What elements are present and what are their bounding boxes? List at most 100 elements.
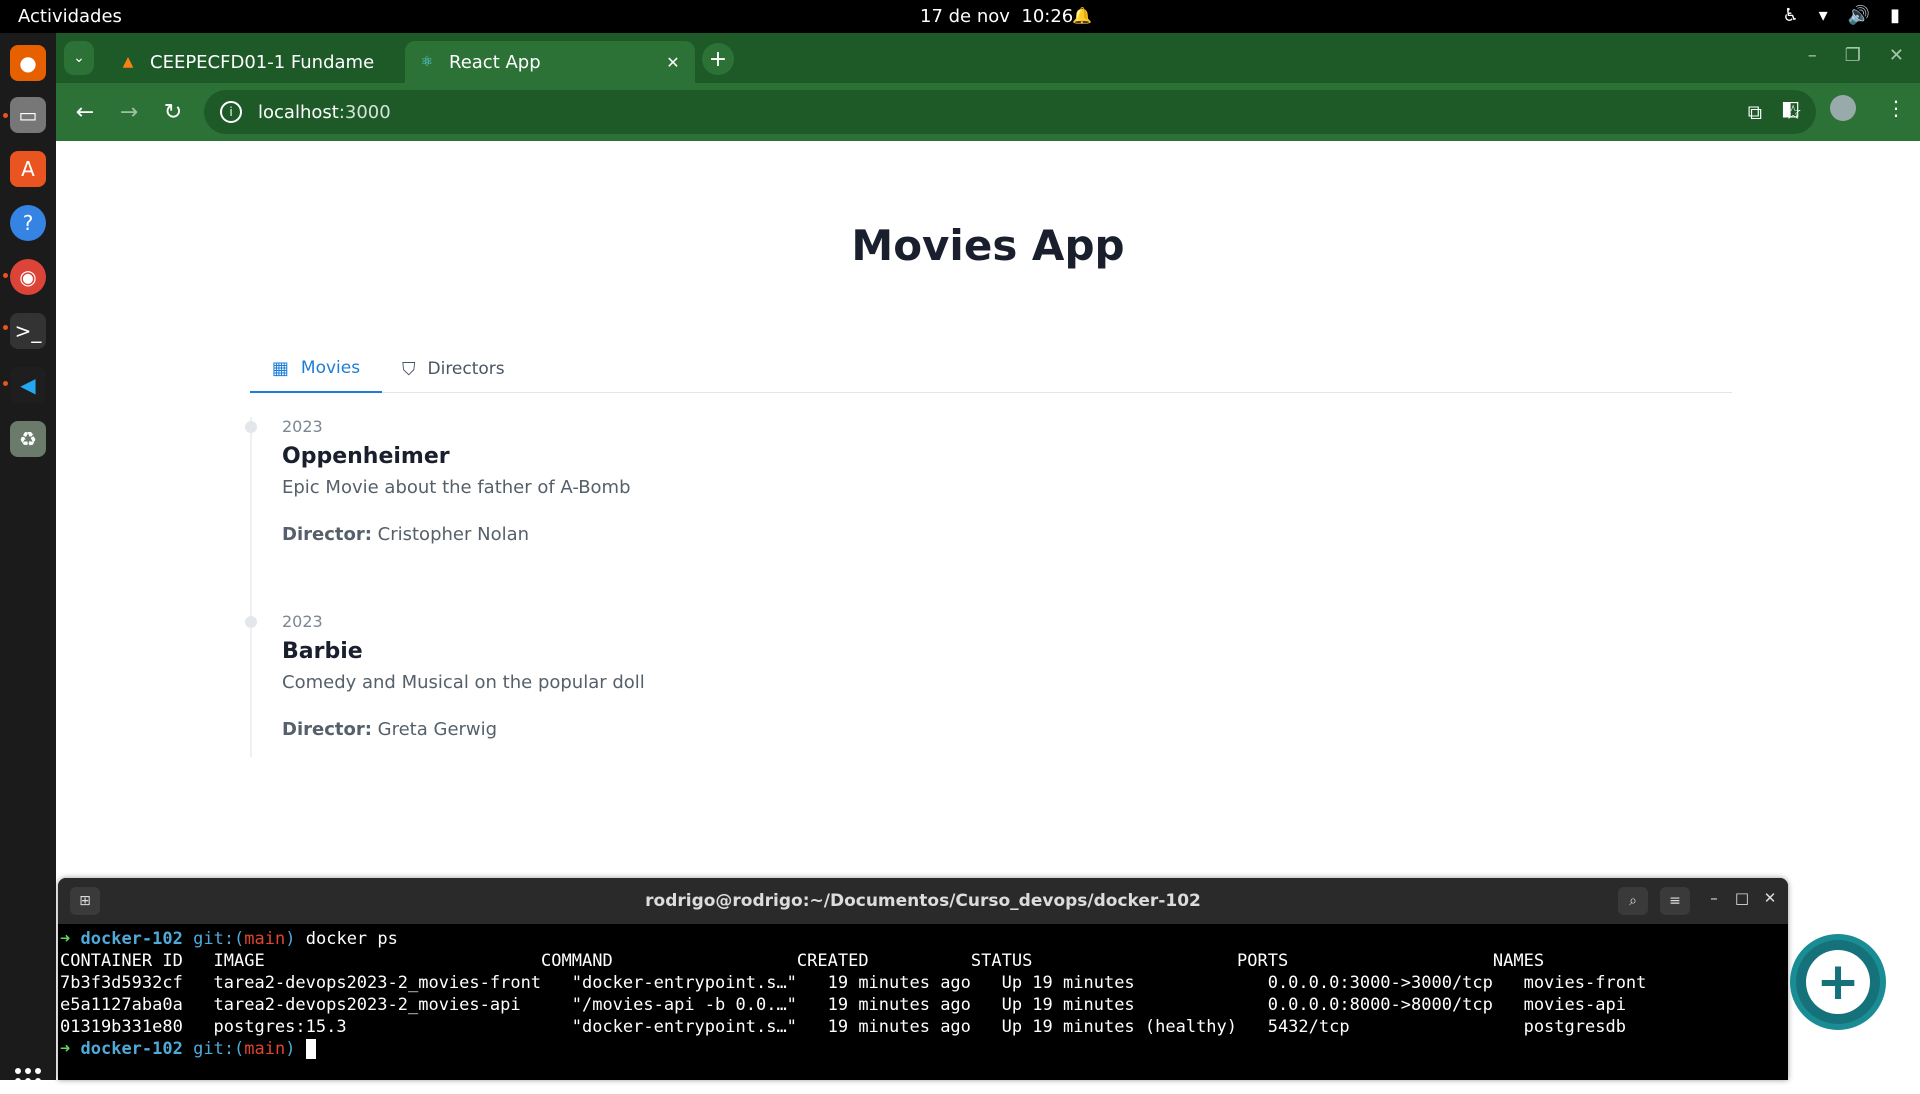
director-name: Cristopher Nolan bbox=[377, 524, 530, 545]
forward-icon[interactable]: → bbox=[112, 95, 146, 129]
close-icon[interactable]: ✕ bbox=[1758, 889, 1782, 907]
terminal-title: rodrigo@rodrigo:~/Documentos/Curso_devop… bbox=[645, 891, 1201, 911]
accessibility-icon[interactable]: ♿ bbox=[1782, 5, 1798, 26]
prompt-git-suffix: ) bbox=[285, 1039, 296, 1059]
film-icon: ▦ bbox=[271, 357, 289, 379]
tab-title: React App bbox=[449, 51, 541, 73]
maximize-icon[interactable]: ❐ bbox=[1845, 45, 1861, 66]
moodle-icon: ▲ bbox=[122, 54, 134, 70]
firefox-icon[interactable]: ● bbox=[10, 45, 46, 81]
terminal-icon[interactable]: >_ bbox=[10, 313, 46, 349]
plus-icon: + bbox=[1806, 950, 1870, 1014]
terminal-titlebar[interactable]: ⊞ rodrigo@rodrigo:~/Documentos/Curso_dev… bbox=[58, 878, 1788, 924]
tab-search-icon[interactable]: ⌄ bbox=[64, 41, 94, 75]
browser-toolbar: ← → ↻ i localhost:3000 ⧉ ☆ ◧ ⋮ bbox=[56, 83, 1920, 141]
terminal-output[interactable]: ➜ docker-102 git:(main) docker ps CONTAI… bbox=[58, 924, 1788, 1064]
docker-ps-row: 01319b331e80 postgres:15.3 "docker-entry… bbox=[60, 1017, 1626, 1037]
date: 17 de nov bbox=[920, 6, 1010, 27]
url-host: localhost bbox=[258, 101, 339, 123]
docker-ps-row: e5a1127aba0a tarea2-devops2023-2_movies-… bbox=[60, 995, 1626, 1015]
translate-icon[interactable]: ⧉ bbox=[1748, 100, 1762, 124]
movie-director: Director: Cristopher Nolan bbox=[282, 524, 631, 545]
react-icon: ⚛ bbox=[420, 54, 434, 70]
vscode-icon[interactable]: ◀ bbox=[10, 367, 46, 403]
system-tray[interactable]: ♿ ▾ 🔊 ▮ bbox=[1782, 5, 1900, 26]
docker-ps-row: 7b3f3d5932cf tarea2-devops2023-2_movies-… bbox=[60, 973, 1647, 993]
wifi-icon[interactable]: ▾ bbox=[1819, 5, 1828, 26]
terminal-window[interactable]: ⊞ rodrigo@rodrigo:~/Documentos/Curso_dev… bbox=[58, 878, 1788, 1080]
prompt-cwd: docker-102 bbox=[80, 929, 183, 949]
profile-avatar[interactable] bbox=[1830, 95, 1856, 121]
battery-icon[interactable]: ▮ bbox=[1890, 5, 1900, 26]
prompt-git-prefix: git:( bbox=[193, 1039, 245, 1059]
minimize-icon[interactable]: – bbox=[1808, 45, 1817, 66]
movie-description: Epic Movie about the father of A-Bomb bbox=[282, 477, 631, 498]
tab-title: CEEPECFD01-1 Fundame bbox=[150, 51, 375, 73]
text-cursor bbox=[305, 1039, 316, 1059]
movie-year: 2023 bbox=[282, 612, 323, 631]
tab-movies[interactable]: ▦ Movies bbox=[250, 345, 382, 393]
show-apps-icon[interactable] bbox=[15, 1068, 41, 1094]
hamburger-menu-icon[interactable]: ≡ bbox=[1660, 887, 1690, 915]
back-icon[interactable]: ← bbox=[68, 95, 102, 129]
address-bar[interactable]: i localhost:3000 ⧉ ☆ bbox=[204, 90, 1816, 134]
director-name: Greta Gerwig bbox=[377, 719, 498, 740]
prompt-git-suffix: ) bbox=[285, 929, 296, 949]
add-button[interactable]: + bbox=[1790, 934, 1886, 1030]
close-window-icon[interactable]: ✕ bbox=[1889, 45, 1904, 66]
window-controls: – ❐ ✕ bbox=[1808, 45, 1904, 66]
files-icon[interactable]: ▭ bbox=[10, 97, 46, 133]
director-chair-icon: ⛉ bbox=[402, 358, 416, 380]
close-icon[interactable]: ✕ bbox=[663, 53, 683, 72]
prompt-line: ➜ docker-102 git:(main) docker ps bbox=[60, 929, 398, 949]
minimize-icon[interactable]: – bbox=[1702, 889, 1726, 907]
tab-strip: ⌄ ▲ CEEPECFD01-1 Fundame ✕ ⚛ React App ✕… bbox=[56, 33, 1920, 83]
director-label: Director: bbox=[282, 719, 372, 740]
new-tab-icon[interactable]: ⊞ bbox=[70, 887, 100, 915]
more-menu-icon[interactable]: ⋮ bbox=[1886, 96, 1906, 120]
page-title: Movies App bbox=[851, 221, 1125, 270]
new-tab-button[interactable]: + bbox=[702, 43, 734, 75]
movie-year: 2023 bbox=[282, 417, 323, 436]
prompt-branch: main bbox=[244, 929, 286, 949]
prompt-line: ➜ docker-102 git:(main) bbox=[60, 1039, 316, 1059]
docker-ps-header: CONTAINER ID IMAGE COMMAND CREATED STATU… bbox=[60, 951, 1545, 971]
movie-title: Oppenheimer bbox=[282, 444, 450, 469]
activities-button[interactable]: Actividades bbox=[18, 6, 122, 27]
movie-item: 2023 Barbie Comedy and Musical on the po… bbox=[245, 612, 645, 740]
movie-item: 2023 Oppenheimer Epic Movie about the fa… bbox=[245, 417, 631, 545]
chrome-icon[interactable]: ◉ bbox=[10, 259, 46, 295]
running-indicator bbox=[3, 113, 8, 118]
prompt-command: docker ps bbox=[305, 929, 398, 949]
help-icon[interactable]: ? bbox=[10, 205, 46, 241]
notification-bell-icon[interactable]: 🔔 bbox=[1072, 6, 1092, 25]
tab-directors[interactable]: ⛉ Directors bbox=[402, 345, 505, 393]
volume-icon[interactable]: 🔊 bbox=[1848, 5, 1870, 26]
prompt-git-prefix: git:( bbox=[193, 929, 245, 949]
clock[interactable]: 17 de nov 10:26 bbox=[920, 6, 1073, 27]
reload-icon[interactable]: ↻ bbox=[156, 95, 190, 129]
browser-tab-moodle[interactable]: ▲ CEEPECFD01-1 Fundame ✕ bbox=[106, 41, 451, 83]
prompt-cwd: docker-102 bbox=[80, 1039, 183, 1059]
prompt-branch: main bbox=[244, 1039, 286, 1059]
time: 10:26 bbox=[1021, 6, 1074, 27]
site-info-icon[interactable]: i bbox=[220, 101, 242, 123]
side-panel-icon[interactable]: ◧ bbox=[1781, 96, 1800, 120]
content-tabs: ▦ Movies ⛉ Directors bbox=[250, 345, 1732, 393]
movie-director: Director: Greta Gerwig bbox=[282, 719, 645, 740]
prompt-arrow: ➜ bbox=[60, 1039, 71, 1059]
movie-title: Barbie bbox=[282, 639, 363, 664]
movies-timeline: 2023 Oppenheimer Epic Movie about the fa… bbox=[245, 417, 1732, 757]
maximize-icon[interactable]: □ bbox=[1730, 889, 1754, 907]
timeline-bullet bbox=[245, 421, 257, 433]
movie-description: Comedy and Musical on the popular doll bbox=[282, 672, 645, 693]
search-icon[interactable]: ⌕ bbox=[1618, 887, 1648, 915]
tab-label: Movies bbox=[300, 358, 361, 378]
browser-tab-react-app[interactable]: ⚛ React App ✕ bbox=[405, 41, 695, 83]
running-indicator bbox=[3, 381, 8, 386]
tab-label: Directors bbox=[427, 359, 505, 379]
running-indicator bbox=[3, 325, 8, 330]
trash-icon[interactable]: ♻ bbox=[10, 421, 46, 457]
software-center-icon[interactable]: A bbox=[10, 151, 46, 187]
running-indicator bbox=[3, 273, 8, 278]
